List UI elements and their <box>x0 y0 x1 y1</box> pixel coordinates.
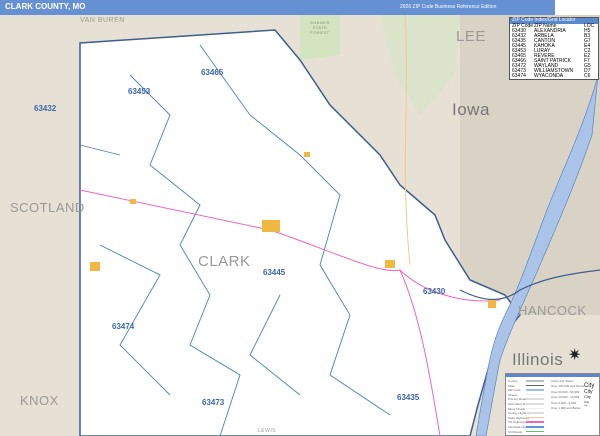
publisher-logo <box>555 0 600 15</box>
kahoka-town <box>262 220 280 232</box>
legend-city-sample: City <box>584 394 591 399</box>
region-van-buren: VAN BUREN <box>80 17 125 24</box>
legend-city-class: Over 10,000 - 19,999 <box>551 395 580 399</box>
legend-city-class: Over 100,000 and Above <box>551 384 585 388</box>
zip-label-63465: 63465 <box>201 68 224 77</box>
state-forest-label: SHANER STATE FOREST <box>310 20 330 35</box>
legend-swatch <box>526 393 544 396</box>
legend-swatch <box>526 389 544 391</box>
locator-cell: C6 <box>584 73 591 79</box>
zip-label-63445: 63445 <box>263 268 286 277</box>
legend-item-label: ZIP Code <box>508 388 521 393</box>
legend-swatch <box>526 407 544 410</box>
locator-cell: WYACONDA <box>534 73 564 79</box>
wayland-town <box>385 260 395 268</box>
zip-label-63453: 63453 <box>128 87 151 96</box>
locator-row: 63474 WYACONDA C6 <box>510 74 598 79</box>
legend-swatch <box>526 384 544 387</box>
locator-cell: 63474 <box>512 73 526 79</box>
zip-label-63473: 63473 <box>202 398 225 407</box>
legend-city-class: Over 5,000 - 9,999 <box>551 400 577 405</box>
zip-label-63432: 63432 <box>34 104 57 113</box>
zip-locator-table: ZIP Code Index/Grid Locator ZIP Code ZIP… <box>509 17 599 80</box>
legend-city-class: Over 1,000 and Below <box>551 406 581 410</box>
legend-swatch <box>526 403 544 405</box>
region-iowa: Iowa <box>452 100 490 119</box>
legend-item-label: Toll Roads <box>508 429 523 434</box>
legend-title-bar <box>506 374 599 377</box>
legend-item-label: State <box>508 383 516 388</box>
legend-city-sample: City <box>584 399 590 404</box>
map-subtitle: 2026 ZIP Code Business Reference Edition <box>400 4 497 10</box>
legend-swatch <box>526 421 544 423</box>
legend-item-label: County <box>508 379 518 383</box>
legend-city-sample: City <box>584 405 588 407</box>
legend-item-label: Primary Roads <box>508 397 528 402</box>
legend-swatch <box>526 416 544 419</box>
legend-swatch <box>526 430 544 433</box>
wyaconda-town <box>90 262 100 271</box>
legend-swatch <box>526 426 544 428</box>
legend-swatch <box>526 412 544 414</box>
region-lewis: LEWIS <box>258 428 277 434</box>
zip-label-63435: 63435 <box>397 393 420 402</box>
compass-rose-icon: ✷ <box>568 347 582 364</box>
zip-label-63430: 63430 <box>423 287 446 296</box>
region-clark: CLARK <box>198 253 251 270</box>
legend-swatch <box>526 398 544 400</box>
region-illinois: Illinois <box>512 350 564 369</box>
legend-city-class: Over 20,000 - 99,999 <box>551 389 580 394</box>
region-lee: LEE <box>456 28 486 45</box>
region-hancock: HANCOCK <box>518 303 587 318</box>
region-scotland: SCOTLAND <box>10 200 85 215</box>
title-bar: CLARK COUNTY, MO 2026 ZIP Code Business … <box>0 0 600 15</box>
luray-town <box>130 199 136 204</box>
legend-item-label: Minor Roads <box>508 406 526 411</box>
region-knox: KNOX <box>20 393 59 408</box>
map-legend: County State ZIP Code Streets Primary Roads S… <box>505 373 600 436</box>
map-title: CLARK COUNTY, MO <box>5 2 86 11</box>
cities-title: Cities and Towns <box>551 379 574 383</box>
revere-town <box>304 152 310 157</box>
alexandria-town <box>488 300 496 308</box>
legend-item-label: Streets <box>508 392 518 397</box>
legend-swatch <box>526 380 544 382</box>
zip-label-63474: 63474 <box>112 322 135 331</box>
legend-item-label: US Highways <box>508 420 527 425</box>
